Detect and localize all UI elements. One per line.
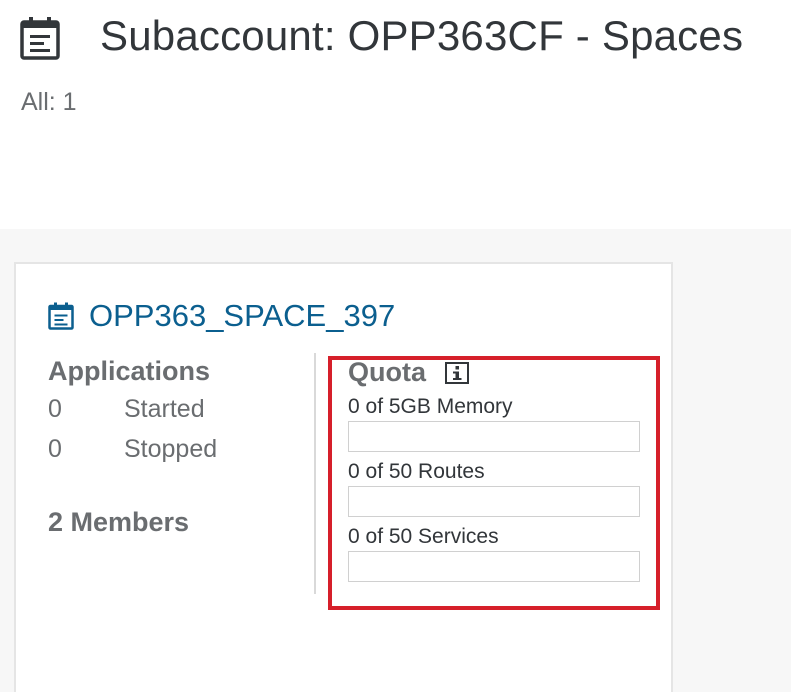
page-title: Subaccount: OPP363CF - Spaces (100, 12, 744, 59)
services-quota-bar (348, 551, 640, 582)
quota-title: Quota (348, 357, 426, 387)
started-label: Started (124, 395, 205, 423)
memory-quota-bar (348, 421, 640, 452)
members-count[interactable]: 2 Members (48, 507, 189, 538)
space-tile: OPP363_SPACE_397 Applications 0 Started … (14, 262, 673, 692)
routes-quota-bar (348, 486, 640, 517)
memory-quota-label: 0 of 5GB Memory (348, 395, 513, 418)
started-count: 0 (48, 395, 62, 423)
calendar-list-icon (20, 17, 60, 60)
stopped-count: 0 (48, 435, 62, 463)
item-count: All: 1 (21, 88, 77, 116)
spaces-content: OPP363_SPACE_397 Applications 0 Started … (0, 229, 791, 692)
applications-title: Applications (48, 356, 211, 386)
stopped-label: Stopped (124, 435, 218, 463)
services-quota-label: 0 of 50 Services (348, 525, 499, 548)
routes-quota-label: 0 of 50 Routes (348, 460, 485, 483)
page-header: Subaccount: OPP363CF - Spaces All: 1 (0, 0, 791, 229)
calendar-list-icon (48, 302, 74, 330)
info-icon[interactable] (445, 362, 469, 384)
column-divider (314, 353, 316, 594)
space-name-link[interactable]: OPP363_SPACE_397 (89, 298, 395, 334)
